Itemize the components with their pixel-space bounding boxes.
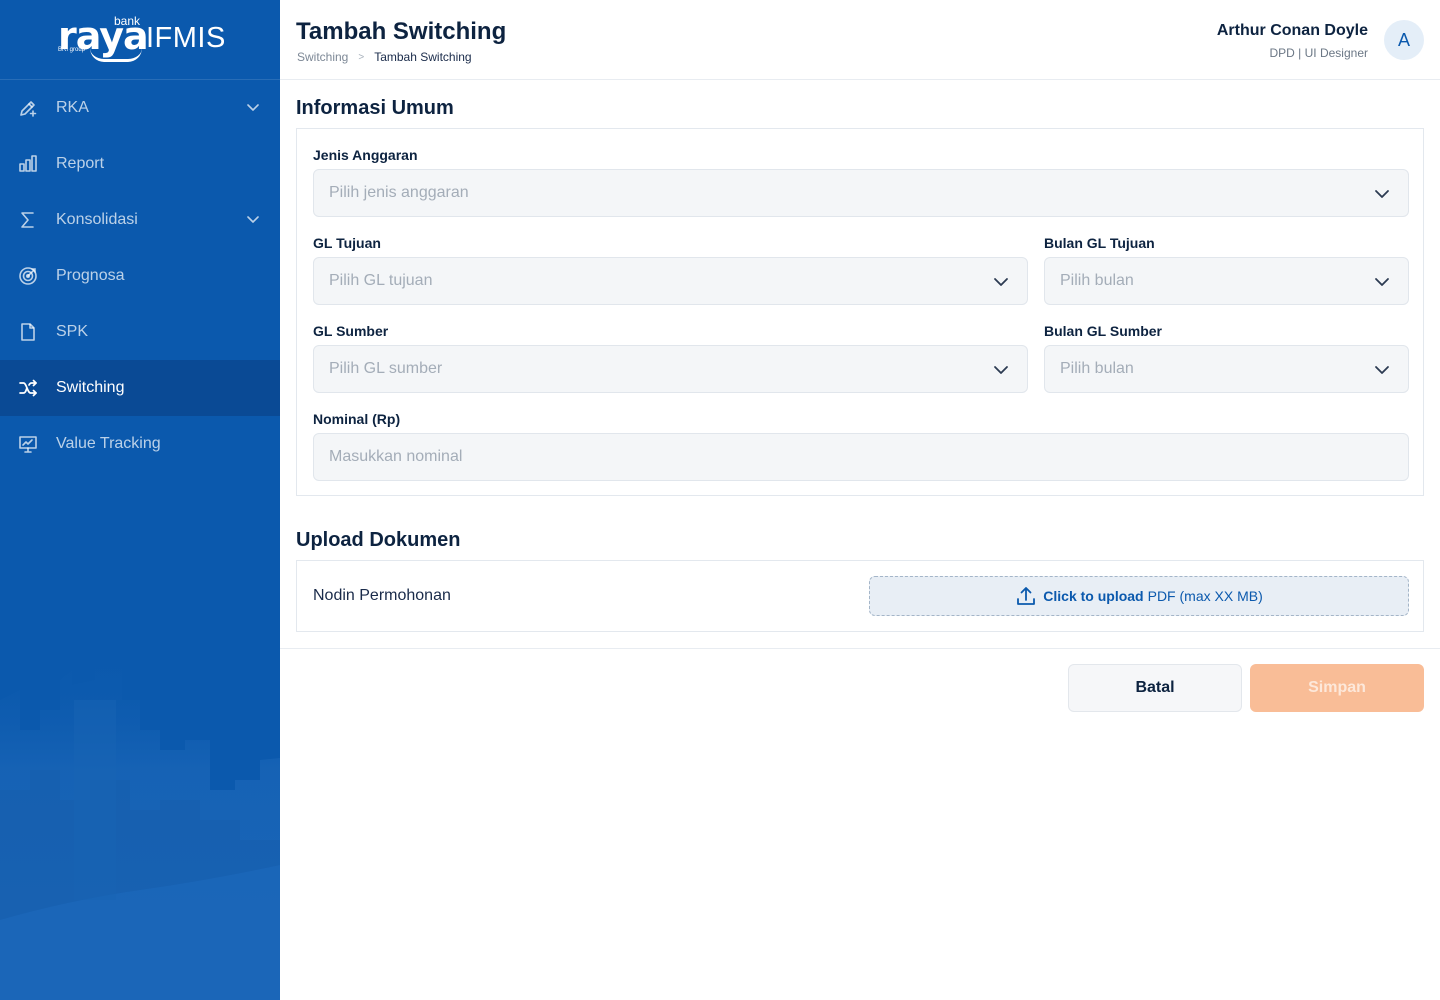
breadcrumb-link-switching[interactable]: Switching [297, 50, 348, 64]
chevron-down-icon [1375, 366, 1389, 374]
gl-sumber-placeholder: Pilih GL sumber [329, 360, 443, 377]
upload-hint: PDF (max XX MB) [1147, 588, 1263, 604]
footer-divider [280, 648, 1440, 649]
save-button[interactable]: Simpan [1250, 664, 1424, 712]
gl-tujuan-select[interactable]: Pilih GL tujuan [313, 257, 1028, 305]
sidebar-item-label: Konsolidasi [56, 211, 138, 228]
nominal-input[interactable]: Masukkan nominal [313, 433, 1409, 481]
city-skyline-illustration [0, 648, 280, 1000]
bulan-gl-tujuan-select[interactable]: Pilih bulan [1044, 257, 1409, 305]
sidebar: bank raya BRI group IFMIS RKA Report Kon… [0, 0, 280, 1000]
upload-dokumen-card: Nodin Permohonan Click to upload PDF (ma… [296, 560, 1424, 632]
bulan-gl-sumber-select[interactable]: Pilih bulan [1044, 345, 1409, 393]
page-header: Tambah Switching Switching > Tambah Swit… [280, 0, 1440, 80]
nodin-permohonan-label: Nodin Permohonan [313, 587, 451, 604]
breadcrumb-separator: > [358, 51, 365, 63]
sidebar-item-switching[interactable]: Switching [0, 360, 280, 416]
sidebar-item-prognosa[interactable]: Prognosa [0, 248, 280, 304]
section-title-upload-dokumen: Upload Dokumen [296, 529, 461, 551]
upload-cta[interactable]: Click to upload [1043, 588, 1143, 604]
sidebar-item-label: Prognosa [56, 267, 125, 284]
upload-icon [1017, 587, 1036, 605]
avatar[interactable]: A [1384, 20, 1424, 60]
nominal-placeholder: Masukkan nominal [329, 448, 463, 465]
bulan-gl-tujuan-placeholder: Pilih bulan [1060, 272, 1134, 289]
bar-chart-icon [18, 154, 38, 174]
cancel-button[interactable]: Batal [1068, 664, 1242, 712]
logo-ifmis-text: IFMIS [146, 22, 226, 54]
gl-sumber-select[interactable]: Pilih GL sumber [313, 345, 1028, 393]
sidebar-item-label: Switching [56, 379, 125, 396]
section-title-informasi-umum: Informasi Umum [296, 97, 454, 119]
monitor-chart-icon [18, 434, 38, 454]
chevron-down-icon [1375, 190, 1389, 198]
upload-dropzone[interactable]: Click to upload PDF (max XX MB) [869, 576, 1409, 616]
pencil-plus-icon [18, 98, 38, 118]
sidebar-item-report[interactable]: Report [0, 136, 280, 192]
nominal-label: Nominal (Rp) [313, 411, 401, 427]
brand-logo[interactable]: bank raya BRI group IFMIS [0, 0, 280, 80]
breadcrumb: Switching > Tambah Switching [297, 50, 472, 64]
bulan-gl-tujuan-label: Bulan GL Tujuan [1044, 235, 1155, 251]
document-icon [18, 322, 38, 342]
sidebar-item-label: Value Tracking [56, 435, 161, 452]
sidebar-item-label: SPK [56, 323, 89, 340]
chevron-down-icon [1375, 278, 1389, 286]
chevron-down-icon [994, 278, 1008, 286]
jenis-anggaran-label: Jenis Anggaran [313, 147, 418, 163]
sigma-icon [18, 210, 38, 230]
sidebar-item-konsolidasi[interactable]: Konsolidasi [0, 192, 280, 248]
chevron-down-icon [247, 216, 259, 223]
sidebar-item-label: Report [56, 155, 105, 172]
sidebar-menu: RKA Report Konsolidasi Prognosa SPK Swit… [0, 80, 280, 472]
logo-smile-mark [90, 48, 142, 62]
chevron-down-icon [994, 366, 1008, 374]
gl-tujuan-label: GL Tujuan [313, 235, 381, 251]
chevron-down-icon [247, 104, 259, 111]
gl-sumber-label: GL Sumber [313, 323, 389, 339]
sidebar-item-rka[interactable]: RKA [0, 80, 280, 136]
page-title: Tambah Switching [296, 18, 507, 45]
target-icon [18, 266, 38, 286]
sidebar-item-spk[interactable]: SPK [0, 304, 280, 360]
sidebar-item-value-tracking[interactable]: Value Tracking [0, 416, 280, 472]
bulan-gl-sumber-label: Bulan GL Sumber [1044, 323, 1162, 339]
informasi-umum-card: Jenis Anggaran Pilih jenis anggaran GL T… [296, 128, 1424, 496]
user-name[interactable]: Arthur Conan Doyle [1217, 22, 1368, 40]
user-role: DPD | UI Designer [1269, 46, 1368, 60]
breadcrumb-current: Tambah Switching [374, 50, 472, 64]
logo-bri-text: BRI group [58, 47, 86, 53]
jenis-anggaran-placeholder: Pilih jenis anggaran [329, 184, 469, 201]
gl-tujuan-placeholder: Pilih GL tujuan [329, 272, 433, 289]
jenis-anggaran-select[interactable]: Pilih jenis anggaran [313, 169, 1409, 217]
sidebar-item-label: RKA [56, 99, 89, 116]
shuffle-icon [18, 378, 38, 398]
bulan-gl-sumber-placeholder: Pilih bulan [1060, 360, 1134, 377]
